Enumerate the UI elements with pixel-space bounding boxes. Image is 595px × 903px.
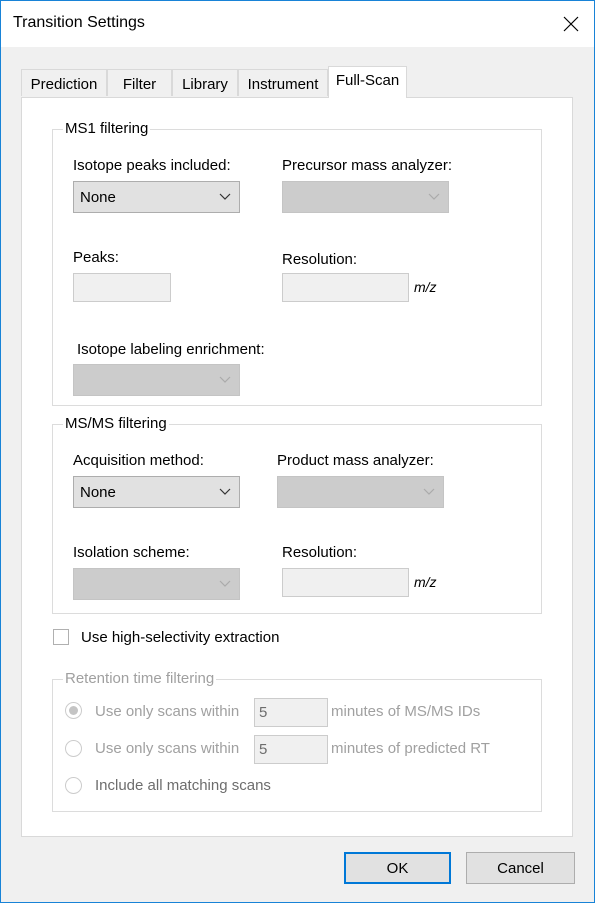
product-analyzer-select[interactable] (277, 476, 444, 508)
full-scan-panel: MS1 filtering Isotope peaks included: No… (21, 97, 573, 837)
chevron-down-icon (423, 488, 435, 495)
chevron-down-icon (219, 376, 231, 383)
msms-resolution-input[interactable] (282, 568, 409, 597)
msms-resolution-unit: m/z (414, 574, 437, 590)
rt-all-scans-radio[interactable] (65, 777, 82, 794)
acquisition-method-label: Acquisition method: (73, 452, 204, 469)
isotope-peaks-select[interactable]: None (73, 181, 240, 213)
retention-time-group: Retention time filtering Use only scans … (52, 670, 542, 812)
rt-predicted-radio[interactable] (65, 740, 82, 757)
chevron-down-icon (428, 193, 440, 200)
close-icon (563, 16, 579, 32)
isotope-peaks-label: Isotope peaks included: (73, 157, 231, 174)
tab-instrument[interactable]: Instrument (238, 69, 328, 96)
rt-msms-ids-minutes-input[interactable]: 5 (254, 698, 328, 727)
precursor-analyzer-label: Precursor mass analyzer: (282, 157, 453, 174)
product-analyzer-label: Product mass analyzer: (277, 452, 434, 469)
enrichment-select[interactable] (73, 364, 240, 396)
high-selectivity-checkbox[interactable] (53, 629, 69, 645)
title-bar: Transition Settings (1, 1, 594, 47)
acquisition-method-value: None (80, 484, 116, 501)
rt-predicted-minutes-input[interactable]: 5 (254, 735, 328, 764)
close-button[interactable] (548, 1, 594, 47)
rt-msms-ids-prefix: Use only scans within (95, 703, 240, 720)
rt-all-scans-label: Include all matching scans (95, 777, 271, 794)
tab-library[interactable]: Library (172, 69, 238, 96)
isolation-scheme-select[interactable] (73, 568, 240, 600)
retention-time-title: Retention time filtering (63, 670, 217, 687)
enrichment-label: Isotope labeling enrichment: (77, 341, 265, 358)
tab-prediction[interactable]: Prediction (21, 69, 107, 96)
isotope-peaks-value: None (80, 189, 116, 206)
acquisition-method-select[interactable]: None (73, 476, 240, 508)
rt-msms-ids-suffix: minutes of MS/MS IDs (331, 703, 481, 720)
ms1-filtering-group: MS1 filtering Isotope peaks included: No… (52, 120, 542, 406)
chevron-down-icon (219, 193, 231, 200)
ms1-filtering-title: MS1 filtering (63, 120, 151, 137)
chevron-down-icon (219, 488, 231, 495)
ms1-resolution-label: Resolution: (282, 251, 358, 268)
isolation-scheme-label: Isolation scheme: (73, 544, 190, 561)
ms1-resolution-unit: m/z (414, 279, 437, 295)
tab-full-scan[interactable]: Full-Scan (328, 66, 407, 98)
msms-resolution-label: Resolution: (282, 544, 358, 561)
window-title: Transition Settings (13, 14, 145, 31)
tab-filter[interactable]: Filter (107, 69, 172, 96)
rt-predicted-prefix: Use only scans within (95, 740, 240, 757)
msms-filtering-group: MS/MS filtering Acquisition method: None… (52, 415, 542, 614)
msms-filtering-title: MS/MS filtering (63, 415, 169, 432)
chevron-down-icon (219, 580, 231, 587)
transition-settings-dialog: Transition Settings Prediction Filter Li… (0, 0, 595, 903)
ok-button[interactable]: OK (344, 852, 451, 884)
rt-predicted-suffix: minutes of predicted RT (331, 740, 490, 757)
ms1-resolution-input[interactable] (282, 273, 409, 302)
peaks-input[interactable] (73, 273, 171, 302)
cancel-button[interactable]: Cancel (466, 852, 575, 884)
high-selectivity-label[interactable]: Use high-selectivity extraction (81, 629, 279, 646)
rt-msms-ids-radio[interactable] (65, 702, 82, 719)
peaks-label: Peaks: (73, 249, 119, 266)
precursor-analyzer-select[interactable] (282, 181, 449, 213)
